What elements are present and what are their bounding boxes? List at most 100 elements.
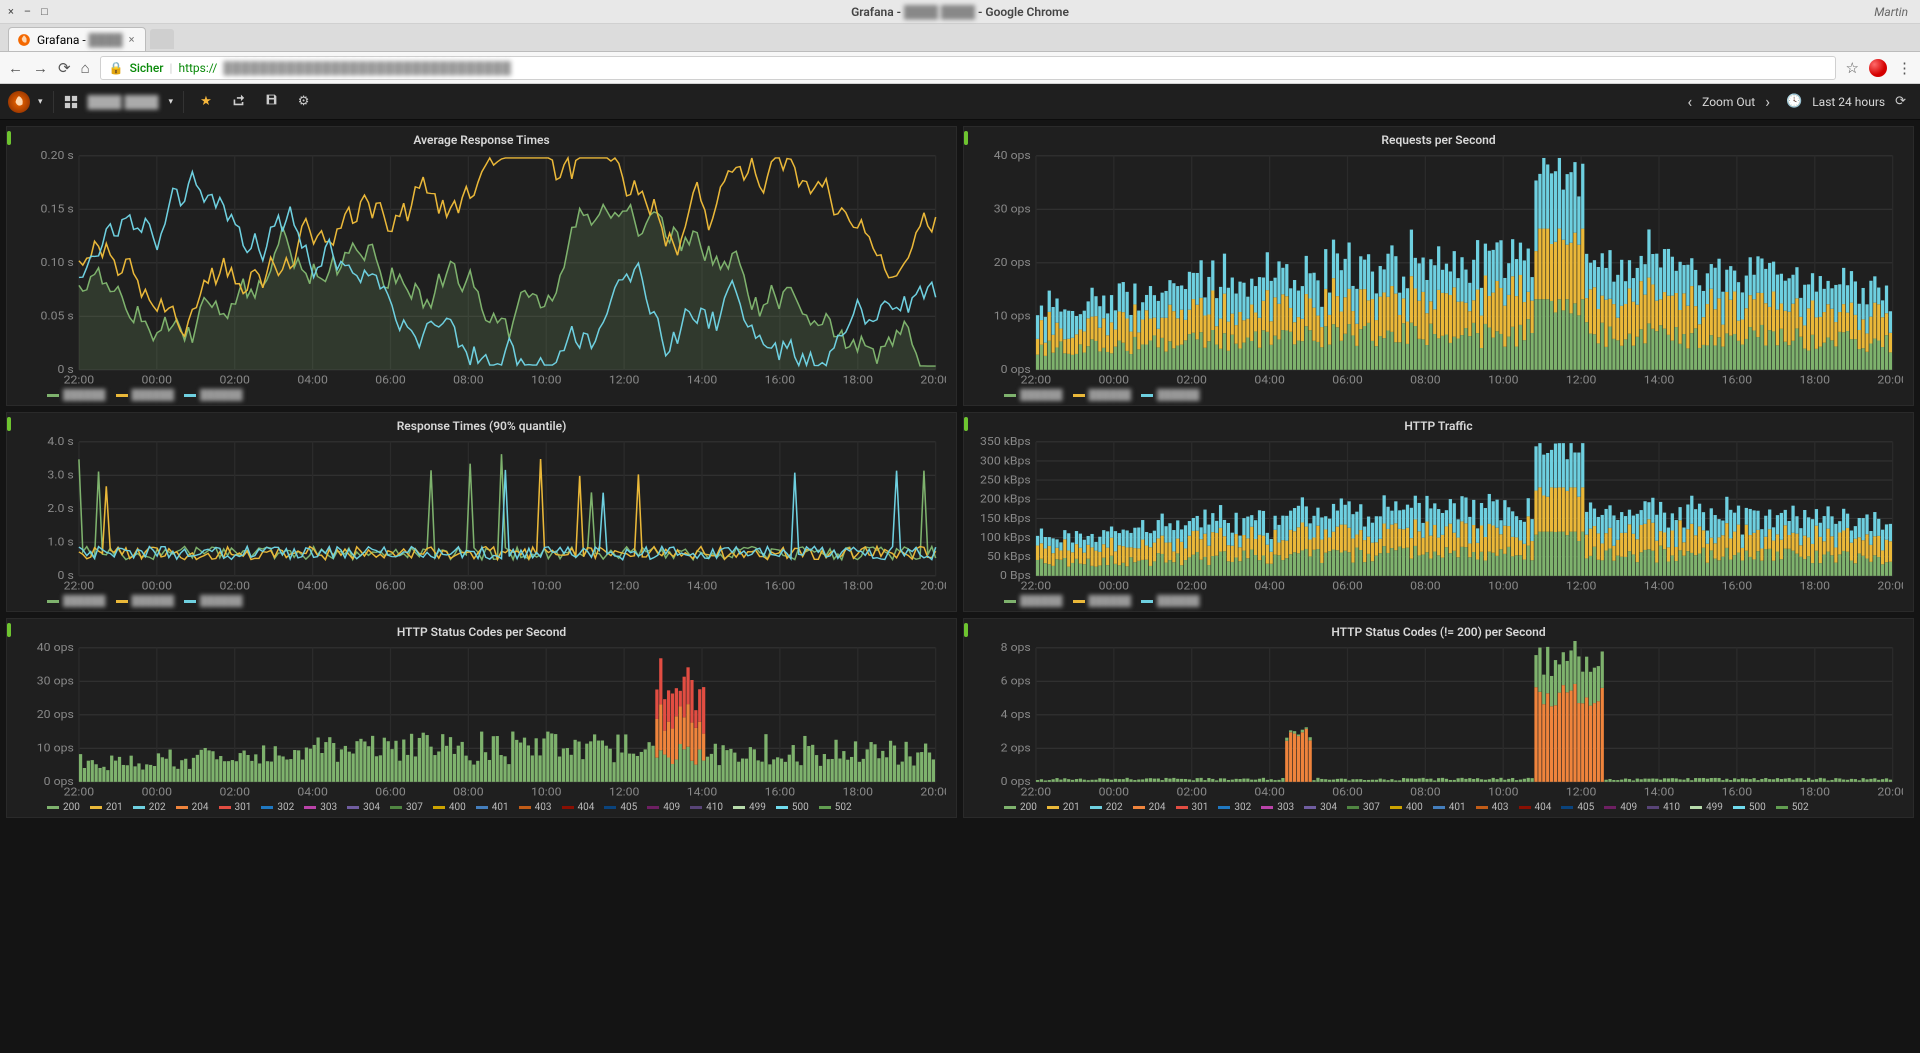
legend-item-204[interactable]: 204 bbox=[176, 802, 209, 813]
save-dashboard-icon[interactable] bbox=[259, 89, 284, 114]
svg-text:10:00: 10:00 bbox=[1488, 373, 1519, 386]
svg-text:10 ops: 10 ops bbox=[37, 741, 74, 754]
legend-item[interactable]: ██████ bbox=[184, 596, 243, 607]
panel-chart[interactable]: 0 s0.05 s0.10 s0.15 s0.20 s22:0000:0002:… bbox=[17, 149, 946, 388]
panel-status-all[interactable]: HTTP Status Codes per Second0 ops10 ops2… bbox=[6, 618, 957, 818]
svg-text:06:00: 06:00 bbox=[1332, 373, 1363, 386]
window-minimize-icon[interactable]: – bbox=[24, 5, 31, 18]
timerange-next-icon[interactable]: › bbox=[1759, 88, 1776, 115]
legend-item-304[interactable]: 304 bbox=[1304, 802, 1337, 813]
legend-item-499[interactable]: 499 bbox=[733, 802, 766, 813]
legend-item[interactable]: ██████ bbox=[47, 390, 106, 401]
star-dashboard-icon[interactable]: ★ bbox=[194, 90, 218, 113]
zoom-out-button[interactable]: Zoom Out bbox=[1702, 95, 1755, 109]
legend-item[interactable]: ██████ bbox=[116, 596, 175, 607]
panel-rt90[interactable]: Response Times (90% quantile)0 s1.0 s2.0… bbox=[6, 412, 957, 612]
timerange-prev-icon[interactable]: ‹ bbox=[1681, 88, 1698, 115]
legend-item-302[interactable]: 302 bbox=[261, 802, 294, 813]
legend-item-403[interactable]: 403 bbox=[519, 802, 552, 813]
legend-item-400[interactable]: 400 bbox=[433, 802, 466, 813]
browser-menu-icon[interactable]: ⋮ bbox=[1897, 59, 1912, 77]
svg-text:10:00: 10:00 bbox=[1488, 579, 1518, 592]
legend-item-404[interactable]: 404 bbox=[562, 802, 595, 813]
legend-item-502[interactable]: 502 bbox=[819, 802, 852, 813]
legend-item-403[interactable]: 403 bbox=[1476, 802, 1509, 813]
legend-item-502[interactable]: 502 bbox=[1776, 802, 1809, 813]
window-maximize-icon[interactable]: □ bbox=[41, 5, 48, 18]
panel-chart[interactable]: 0 ops2 ops4 ops6 ops8 ops22:0000:0002:00… bbox=[974, 641, 1903, 800]
legend-item-202[interactable]: 202 bbox=[133, 802, 166, 813]
legend-item[interactable]: ██████ bbox=[1141, 596, 1200, 607]
legend-item[interactable]: ██████ bbox=[1141, 390, 1200, 401]
legend-item-307[interactable]: 307 bbox=[1347, 802, 1380, 813]
legend-item-200[interactable]: 200 bbox=[47, 802, 80, 813]
svg-text:10:00: 10:00 bbox=[1488, 785, 1518, 798]
legend-item-405[interactable]: 405 bbox=[1561, 802, 1594, 813]
legend-item-303[interactable]: 303 bbox=[1261, 802, 1294, 813]
legend-item-301[interactable]: 301 bbox=[219, 802, 252, 813]
panel-status-err[interactable]: HTTP Status Codes (!= 200) per Second0 o… bbox=[963, 618, 1914, 818]
legend-item-204[interactable]: 204 bbox=[1133, 802, 1166, 813]
panel-rps[interactable]: Requests per Second0 ops10 ops20 ops30 o… bbox=[963, 126, 1914, 406]
legend-item[interactable]: ██████ bbox=[184, 390, 243, 401]
legend-item[interactable]: ██████ bbox=[1073, 596, 1132, 607]
legend-item-409[interactable]: 409 bbox=[1604, 802, 1637, 813]
panel-chart[interactable]: 0 s1.0 s2.0 s3.0 s4.0 s22:0000:0002:0004… bbox=[17, 435, 946, 594]
legend-item[interactable]: ██████ bbox=[47, 596, 106, 607]
panel-chart[interactable]: 0 ops10 ops20 ops30 ops40 ops22:0000:000… bbox=[974, 149, 1903, 388]
legend-item-499[interactable]: 499 bbox=[1690, 802, 1723, 813]
legend-item-409[interactable]: 409 bbox=[647, 802, 680, 813]
window-close-icon[interactable]: × bbox=[8, 5, 14, 18]
legend-item-404[interactable]: 404 bbox=[1519, 802, 1552, 813]
dashboard-picker[interactable]: ████ ████ ▾ bbox=[64, 95, 174, 109]
svg-text:06:00: 06:00 bbox=[375, 373, 406, 386]
clock-icon: 🕓 bbox=[1780, 90, 1808, 113]
panel-avg-response[interactable]: Average Response Times0 s0.05 s0.10 s0.1… bbox=[6, 126, 957, 406]
legend-item-200[interactable]: 200 bbox=[1004, 802, 1037, 813]
browser-tab-active[interactable]: Grafana - ████ × bbox=[8, 27, 146, 51]
legend-item-201[interactable]: 201 bbox=[90, 802, 123, 813]
panel-http-traffic[interactable]: HTTP Traffic0 Bps50 kBps100 kBps150 kBps… bbox=[963, 412, 1914, 612]
legend-item-405[interactable]: 405 bbox=[604, 802, 637, 813]
legend-item[interactable]: ██████ bbox=[1004, 390, 1063, 401]
nav-back-icon[interactable]: ← bbox=[8, 59, 23, 77]
legend-item-410[interactable]: 410 bbox=[1647, 802, 1680, 813]
svg-text:250 kBps: 250 kBps bbox=[980, 473, 1031, 486]
legend-item-302[interactable]: 302 bbox=[1218, 802, 1251, 813]
panel-chart[interactable]: 0 ops10 ops20 ops30 ops40 ops22:0000:000… bbox=[17, 641, 946, 800]
svg-text:04:00: 04:00 bbox=[1254, 579, 1284, 592]
url-host: ████████████████████████████████ bbox=[223, 61, 511, 75]
legend-item-303[interactable]: 303 bbox=[304, 802, 337, 813]
nav-home-icon[interactable]: ⌂ bbox=[81, 59, 90, 77]
legend-item-400[interactable]: 400 bbox=[1390, 802, 1423, 813]
legend-item-201[interactable]: 201 bbox=[1047, 802, 1080, 813]
legend-item[interactable]: ██████ bbox=[1004, 596, 1063, 607]
legend-item-401[interactable]: 401 bbox=[476, 802, 509, 813]
panel-chart[interactable]: 0 Bps50 kBps100 kBps150 kBps200 kBps250 … bbox=[974, 435, 1903, 594]
svg-text:14:00: 14:00 bbox=[687, 579, 717, 592]
legend-item-410[interactable]: 410 bbox=[690, 802, 723, 813]
opera-extension-icon[interactable] bbox=[1869, 59, 1887, 77]
legend-item[interactable]: ██████ bbox=[116, 390, 175, 401]
legend-item-301[interactable]: 301 bbox=[1176, 802, 1209, 813]
legend-item[interactable]: ██████ bbox=[1073, 390, 1132, 401]
share-dashboard-icon[interactable] bbox=[226, 89, 251, 114]
legend-item-401[interactable]: 401 bbox=[1433, 802, 1466, 813]
legend-item-500[interactable]: 500 bbox=[776, 802, 809, 813]
bookmark-star-icon[interactable]: ☆ bbox=[1846, 59, 1859, 77]
tab-close-icon[interactable]: × bbox=[129, 33, 135, 46]
nav-forward-icon[interactable]: → bbox=[33, 59, 48, 77]
timerange-label[interactable]: Last 24 hours bbox=[1812, 95, 1885, 109]
legend-item-304[interactable]: 304 bbox=[347, 802, 380, 813]
logo-caret-icon[interactable]: ▾ bbox=[38, 97, 43, 107]
address-bar[interactable]: 🔒 Sicher | https:// ████████████████████… bbox=[100, 56, 1836, 80]
legend-item-202[interactable]: 202 bbox=[1090, 802, 1123, 813]
refresh-icon[interactable]: ⟳ bbox=[1889, 90, 1912, 113]
legend-item-500[interactable]: 500 bbox=[1733, 802, 1766, 813]
grafana-logo-icon[interactable] bbox=[8, 91, 30, 113]
nav-reload-icon[interactable]: ⟳ bbox=[58, 59, 71, 77]
settings-gear-icon[interactable]: ⚙ bbox=[292, 90, 316, 113]
new-tab-button[interactable] bbox=[150, 29, 174, 49]
legend-item-307[interactable]: 307 bbox=[390, 802, 423, 813]
panel-handle-icon bbox=[7, 131, 11, 145]
